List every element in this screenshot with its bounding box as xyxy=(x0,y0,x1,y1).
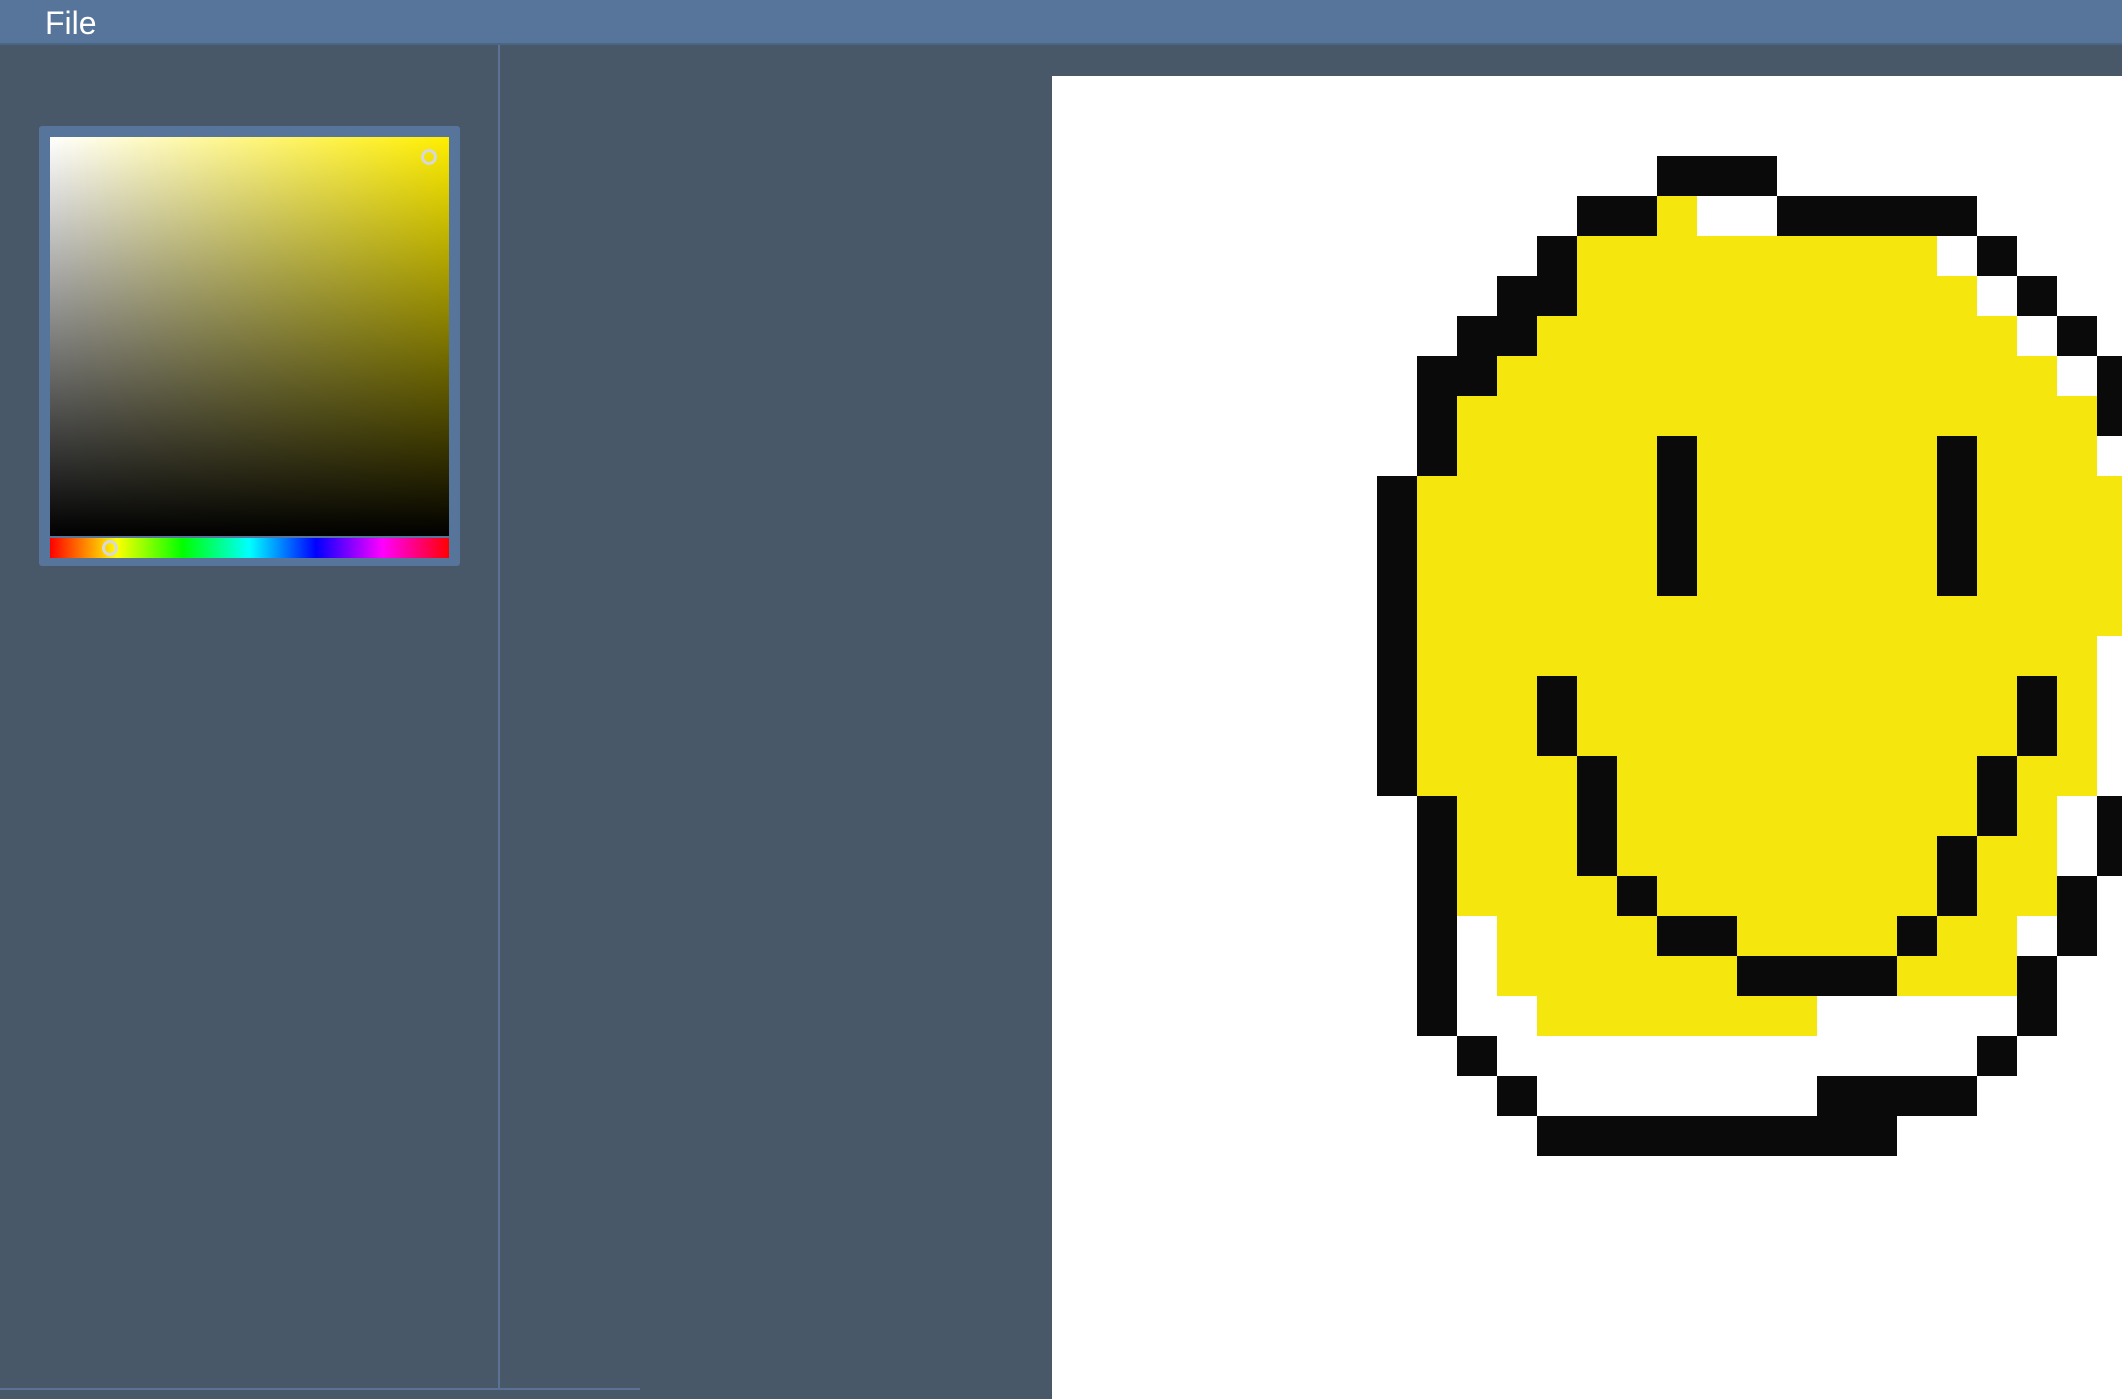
face-outline xyxy=(1977,756,2017,836)
face-outline xyxy=(1657,436,1697,596)
face-outline xyxy=(1977,236,2017,276)
face-outline xyxy=(1897,916,1937,956)
menu-file[interactable]: File xyxy=(31,0,111,45)
face-outline xyxy=(2017,676,2057,756)
face-fill xyxy=(1417,396,2097,476)
face-fill xyxy=(1497,316,2017,356)
face-outline xyxy=(1537,676,1577,756)
face-outline xyxy=(1657,916,1737,956)
color-picker xyxy=(39,126,460,566)
face-fill xyxy=(1577,236,1937,276)
face-fill xyxy=(1417,476,2122,636)
face-outline xyxy=(1817,1076,1977,1116)
face-outline xyxy=(2097,796,2122,876)
hue-slider-handle[interactable] xyxy=(101,540,118,556)
face-outline xyxy=(1657,156,1777,196)
face-outline xyxy=(1937,436,1977,596)
face-outline xyxy=(1937,836,1977,916)
menu-bar: File xyxy=(0,0,2122,45)
color-selector-handle[interactable] xyxy=(421,148,438,165)
face-outline xyxy=(1417,356,1497,396)
face-outline xyxy=(1417,396,1457,476)
canvas-area xyxy=(500,45,2122,1399)
smiley-face-drawing xyxy=(1377,156,2122,1156)
face-outline xyxy=(1777,196,1977,236)
face-fill xyxy=(1537,276,1977,316)
face-outline xyxy=(1617,876,1657,916)
face-outline xyxy=(1537,236,1577,276)
face-outline xyxy=(1457,316,1537,356)
face-fill xyxy=(1457,356,2057,396)
face-outline xyxy=(2017,956,2057,1036)
face-outline xyxy=(2097,356,2122,396)
face-outline xyxy=(1417,796,1457,1036)
face-outline xyxy=(1737,956,1897,996)
face-outline xyxy=(1497,1076,1537,1116)
face-outline xyxy=(2017,276,2057,316)
tool-panel xyxy=(0,45,500,1390)
face-outline xyxy=(1377,476,1417,796)
face-outline xyxy=(1497,276,1577,316)
face-fill xyxy=(1537,996,1817,1036)
face-outline xyxy=(1977,1036,2017,1076)
face-outline xyxy=(1577,756,1617,876)
face-outline xyxy=(1577,196,1657,236)
drawing-canvas[interactable] xyxy=(1052,76,2122,1399)
face-outline xyxy=(2097,396,2122,436)
face-outline xyxy=(1537,1116,1897,1156)
face-outline xyxy=(1457,1036,1497,1076)
face-outline xyxy=(2057,316,2097,356)
hue-slider[interactable] xyxy=(50,538,449,558)
saturation-brightness-square[interactable] xyxy=(50,137,449,536)
face-outline xyxy=(2057,876,2097,956)
